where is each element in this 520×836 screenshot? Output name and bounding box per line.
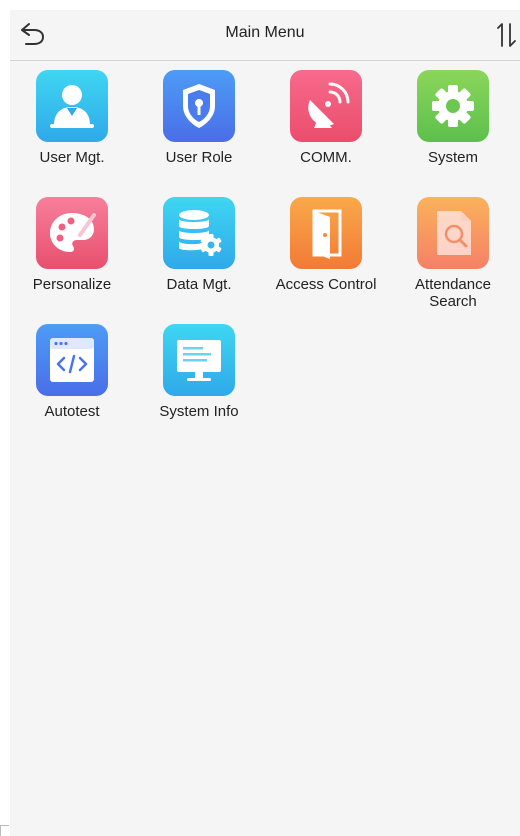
menu-item-label: Personalize [32,276,112,293]
header-bar: Main Menu [10,10,520,61]
menu-item-label: User Role [165,149,233,166]
palette-icon [36,197,108,269]
menu-item-label: Access Control [275,276,377,293]
menu-item-label: COMM. [300,149,352,166]
menu-item-label: Data Mgt. [166,276,232,293]
sort-arrows-icon[interactable] [494,20,520,50]
menu-item-label: System Info [159,403,239,420]
gear-icon [417,70,489,142]
door-icon [290,197,362,269]
document-search-icon [417,197,489,269]
user-icon [36,70,108,142]
page-title: Main Menu [225,24,305,41]
menu-item-label: Autotest [44,403,100,420]
label-line: Search [429,293,477,310]
label-line: Attendance [415,276,491,293]
monitor-icon [163,324,235,396]
menu-item-label: Attendance Search [393,276,513,310]
menu-item-label: User Mgt. [39,149,105,166]
menu-item-label: System [427,149,478,166]
satellite-dish-icon [290,70,362,142]
main-menu-screen: Main Menu User Mgt. User Role COMM. Syst… [10,10,520,836]
code-window-icon [36,324,108,396]
shield-key-icon [163,70,235,142]
corner-mark [0,825,9,836]
database-gear-icon [163,197,235,269]
